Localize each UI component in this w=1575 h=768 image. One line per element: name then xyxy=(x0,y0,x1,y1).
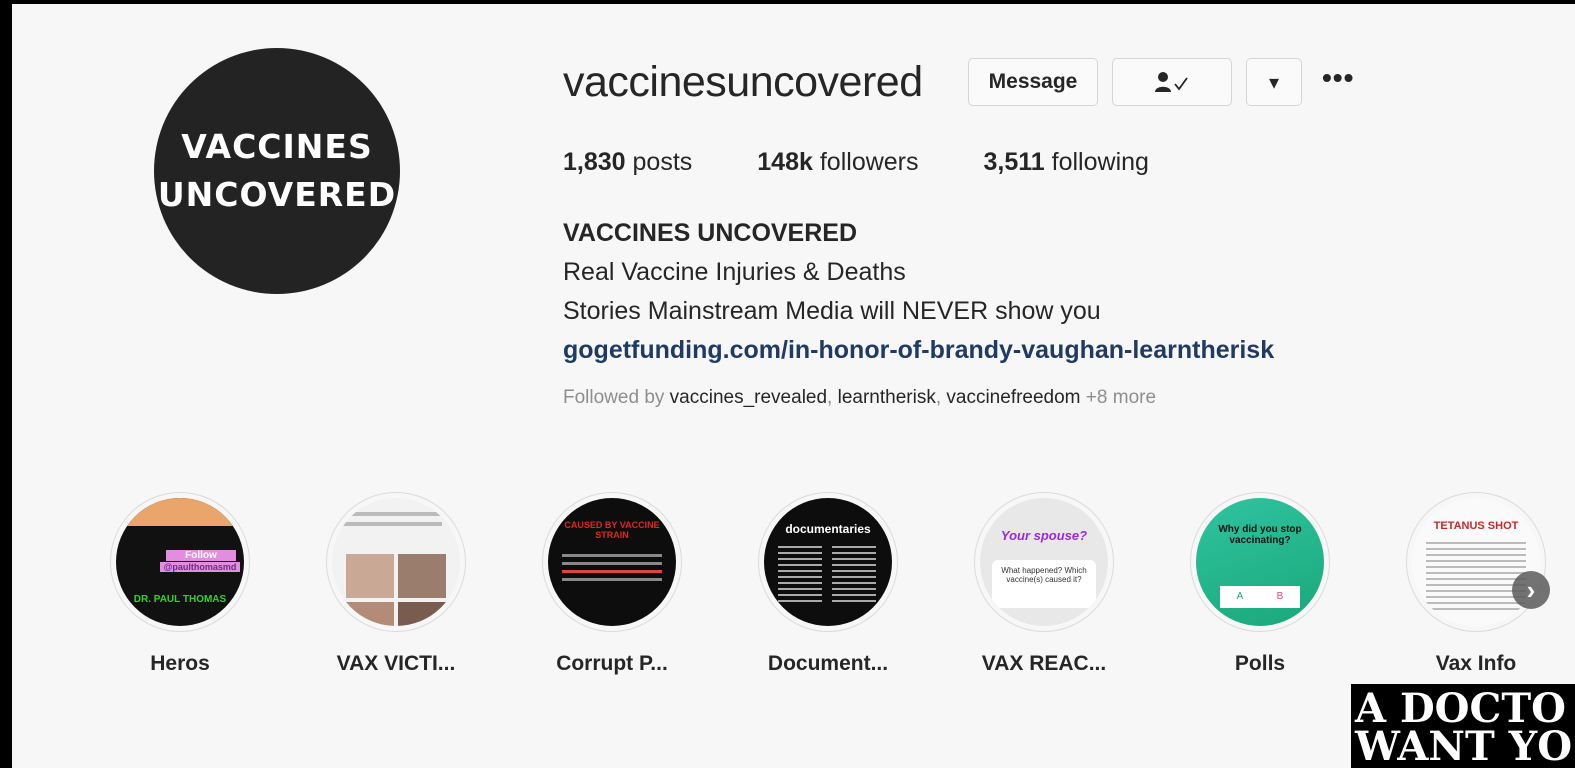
highlight-thumbnail xyxy=(332,498,460,626)
highlight-label: VAX REAC... xyxy=(981,652,1107,675)
highlight-corrupt[interactable]: CAUSED BY VACCINE STRAIN Corrupt P... xyxy=(542,492,682,675)
followed-by-account[interactable]: vaccinefreedom xyxy=(946,387,1080,408)
highlight-label: Corrupt P... xyxy=(556,652,668,675)
stat-followers[interactable]: 148k followers xyxy=(757,148,918,177)
bio-link[interactable]: gogetfunding.com/in-honor-of-brandy-vaug… xyxy=(563,331,1274,370)
highlight-label: Vax Info xyxy=(1435,652,1517,675)
profile-bio: VACCINES UNCOVERED Real Vaccine Injuries… xyxy=(563,214,1274,370)
profile-avatar[interactable]: VACCINES UNCOVERED xyxy=(154,48,400,294)
followed-by-account[interactable]: learntherisk xyxy=(838,387,936,408)
bio-line: Stories Mainstream Media will NEVER show… xyxy=(563,297,1101,325)
highlight-thumbnail: CAUSED BY VACCINE STRAIN xyxy=(548,498,676,626)
highlight-vax-victims[interactable]: VAX VICTI... xyxy=(326,492,466,675)
highlight-vax-info[interactable]: TETANUS SHOT Vax Info xyxy=(1406,492,1546,675)
highlight-thumbnail: Follow @paulthomasmd DR. PAUL THOMAS xyxy=(116,498,244,626)
bio-name: VACCINES UNCOVERED xyxy=(563,219,858,247)
post-thumbnail[interactable]: A DOCTO WANT YO xyxy=(1351,684,1575,768)
highlight-label: Heros xyxy=(150,652,210,675)
highlight-thumbnail: Why did you stop vaccinating? A B xyxy=(1196,498,1324,626)
stat-following[interactable]: 3,511 following xyxy=(984,148,1149,177)
chevron-down-icon: ▾ xyxy=(1268,71,1280,94)
message-button[interactable]: Message xyxy=(968,58,1098,106)
person-check-icon xyxy=(1155,71,1189,93)
highlight-thumbnail: TETANUS SHOT xyxy=(1412,498,1540,626)
highlight-polls[interactable]: Why did you stop vaccinating? A B Polls xyxy=(1190,492,1330,675)
highlight-vax-reactions[interactable]: Your spouse? What happened? Which vaccin… xyxy=(974,492,1114,675)
followed-by[interactable]: Followed by vaccines_revealed, learnther… xyxy=(563,387,1156,409)
highlight-heros[interactable]: Follow @paulthomasmd DR. PAUL THOMAS Her… xyxy=(110,492,250,675)
followed-by-account[interactable]: vaccines_revealed xyxy=(670,387,827,408)
highlight-label: VAX VICTI... xyxy=(336,652,456,675)
bio-line: Real Vaccine Injuries & Deaths xyxy=(563,258,906,286)
highlight-documentaries[interactable]: documentaries Document... xyxy=(758,492,898,675)
highlight-thumbnail: Your spouse? What happened? Which vaccin… xyxy=(980,498,1108,626)
following-button[interactable] xyxy=(1112,58,1232,106)
more-options-icon[interactable]: ••• xyxy=(1322,62,1354,102)
avatar-text-line2: UNCOVERED xyxy=(157,175,397,214)
highlight-label: Polls xyxy=(1234,652,1286,675)
highlight-thumbnail: documentaries xyxy=(764,498,892,626)
profile-page: VACCINES UNCOVERED vaccinesuncovered Mes… xyxy=(12,4,1575,768)
profile-username: vaccinesuncovered xyxy=(563,58,923,106)
stat-posts[interactable]: 1,830 posts xyxy=(563,148,692,177)
chevron-right-icon[interactable]: › xyxy=(1512,571,1550,609)
avatar-text-line1: VACCINES xyxy=(181,127,373,166)
suggested-dropdown-button[interactable]: ▾ xyxy=(1246,58,1302,106)
profile-stats: 1,830 posts 148k followers 3,511 followi… xyxy=(563,148,1214,177)
highlight-label: Document... xyxy=(767,652,889,675)
